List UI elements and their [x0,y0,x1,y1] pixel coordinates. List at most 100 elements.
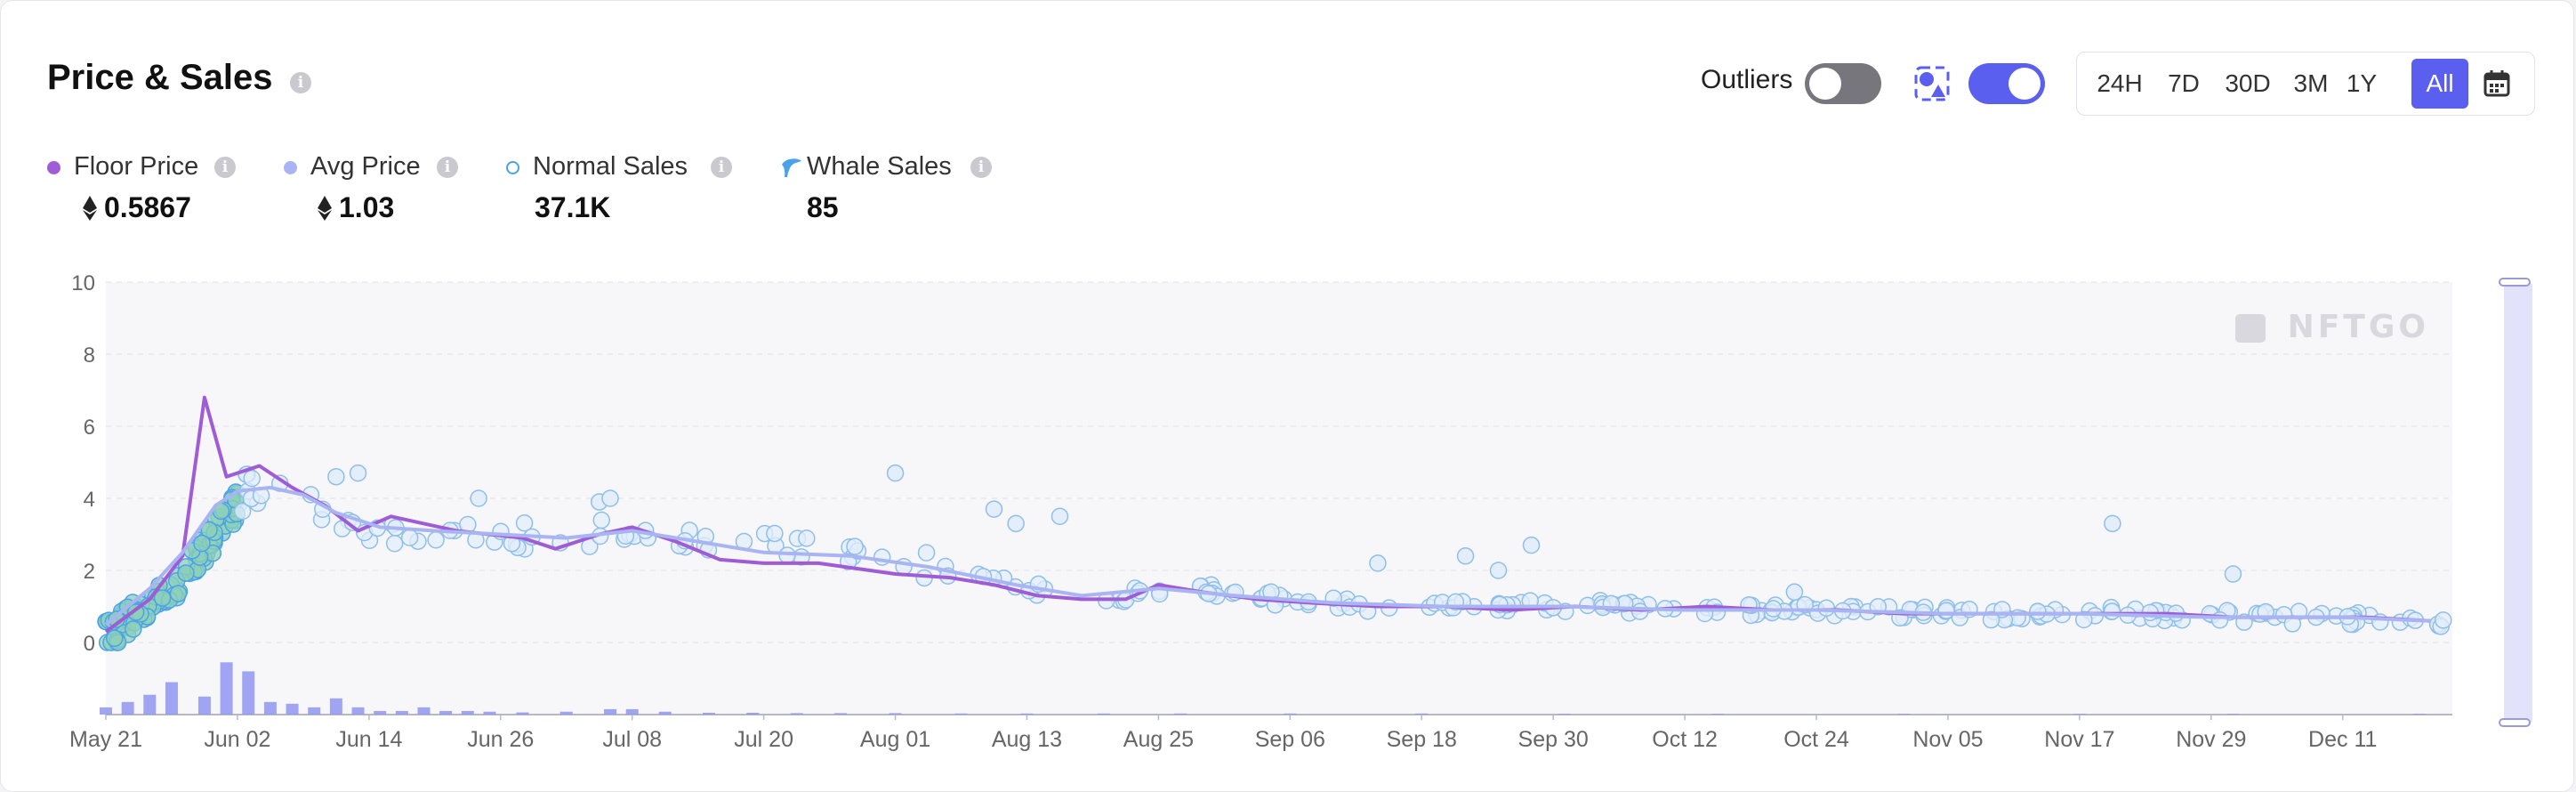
volume-bar [889,713,902,715]
calendar-icon[interactable] [2482,69,2512,99]
volume-bar [329,698,342,715]
volume-bar [516,712,529,715]
sale-point [327,467,345,486]
y-tick-label: 4 [84,488,95,512]
sale-point [592,511,610,529]
volume-bar [1020,713,1034,715]
legend-label: Floor Price [74,152,199,181]
sale-point [917,544,936,562]
y-tick-label: 8 [84,343,95,368]
sale-point [106,629,124,648]
volume-bar [1415,713,1429,715]
volume-bar [790,713,803,715]
volume-bar [143,694,157,715]
legend-marker [506,161,519,174]
x-tick-label: May 21 [69,727,142,752]
legend-marker [47,161,60,174]
zoom-handle-bottom[interactable] [2499,718,2531,727]
info-icon[interactable]: i [214,157,236,178]
sale-point [243,469,261,488]
sale-point [601,489,619,507]
y-tick-label: 10 [71,271,95,295]
volume-bar [395,710,408,715]
watermark-logo-icon [2235,314,2266,343]
outliers-toggle[interactable] [1805,63,1881,104]
volume-bar [483,711,496,715]
whale-mode-icon [1914,66,1950,101]
sale-point [470,489,487,507]
info-icon[interactable]: i [290,72,311,93]
sale-point [2224,565,2242,583]
x-tick-label: Aug 01 [860,727,930,752]
range-button-30d[interactable]: 30D [2219,59,2276,109]
volume-bar [625,708,639,715]
sale-point [2029,602,2047,620]
toggle-knob [2008,68,2041,100]
legend-marker [284,161,297,174]
volume-bar [1897,714,1911,715]
volume-bar [351,707,365,715]
sale-point [2103,602,2121,620]
sale-point [1051,507,1069,525]
sale-point [193,534,211,553]
x-tick-label: Sep 06 [1255,727,1325,752]
sale-point [846,537,864,555]
info-icon[interactable]: i [437,157,458,178]
sale-point [427,531,445,549]
sale-point [1785,583,1804,602]
volume-bar [286,703,299,715]
y-tick-label: 2 [84,560,95,584]
volume-bar [1558,714,1571,715]
range-button-3m[interactable]: 3M [2289,59,2333,109]
floor-price-value: 0.5867 [83,191,191,224]
volume-bar [1097,713,1110,715]
info-icon[interactable]: i [970,157,992,178]
sale-point [985,500,1003,518]
sale-point [1522,536,1541,554]
range-button-24h[interactable]: 24H [2091,59,2148,109]
range-button-7d[interactable]: 7D [2162,59,2205,109]
volume-bar [1174,713,1187,715]
page-title: Price & Sales [47,58,273,97]
range-button-1y[interactable]: 1Y [2344,59,2379,109]
sale-point [2435,611,2452,629]
whale-icon [782,158,801,177]
volume-bar [702,712,715,715]
info-icon[interactable]: i [711,157,732,178]
sale-point [125,620,142,638]
sale-point [1937,602,1955,619]
x-tick-label: Nov 29 [2176,727,2246,752]
sale-point [177,564,195,582]
sale-point [385,535,404,553]
sale-point [798,529,816,547]
y-tick-label: 6 [84,416,95,440]
toggle-knob [1809,68,1841,100]
stat-text: 1.03 [339,191,395,223]
zoom-scrollbar[interactable] [2504,282,2532,723]
zoom-handle-top[interactable] [2499,278,2531,287]
x-tick-label: Jun 26 [467,727,534,752]
volume-bar [2413,714,2427,715]
volume-bar [954,713,968,715]
volume-bar [121,701,134,715]
sale-point [1817,599,1836,617]
volume-bar [417,707,431,715]
volume-bar [658,711,672,715]
x-tick-label: Oct 12 [1652,727,1718,752]
volume-bar [165,682,178,715]
volume-bar [1284,713,1297,715]
sale-point [400,529,419,546]
whale-mode-toggle[interactable] [1968,63,2045,104]
volume-bar [308,707,321,715]
whale-sales-value: 85 [807,191,839,223]
volume-bar [220,662,233,715]
range-button-all[interactable]: All [2411,59,2468,109]
normal-sales-value: 37.1K [535,191,611,223]
y-tick-label: 0 [84,632,95,656]
sale-point [2104,514,2121,533]
x-tick-label: Jun 02 [204,727,270,752]
volume-bar [559,711,573,715]
ethereum-icon [83,196,97,221]
x-tick-label: Oct 24 [1783,727,1849,752]
sale-point [886,464,905,482]
